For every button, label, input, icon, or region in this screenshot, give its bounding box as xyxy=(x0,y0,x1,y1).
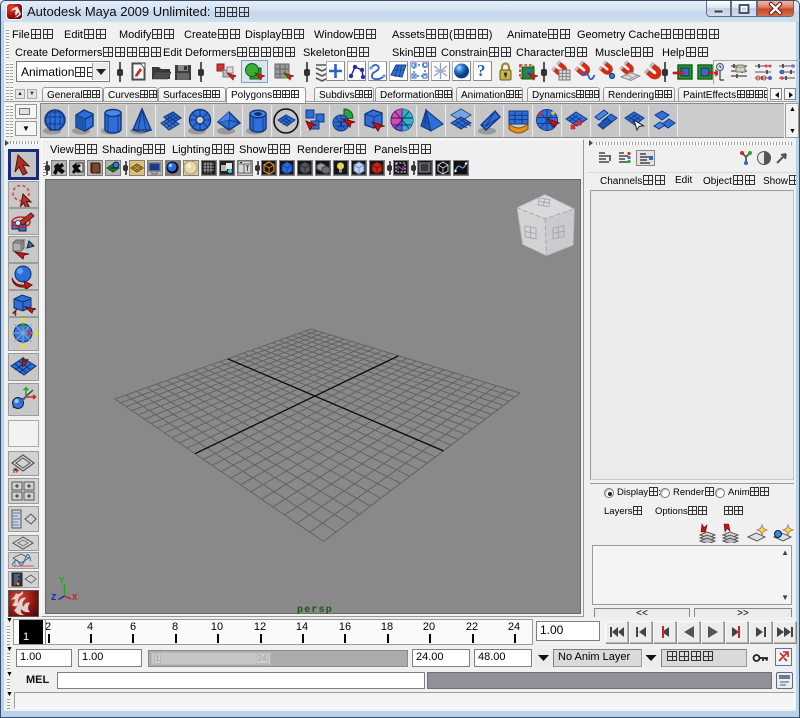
svg-text:persp: persp xyxy=(297,605,333,616)
svg-text:?: ? xyxy=(477,61,486,80)
svg-text:Z: Z xyxy=(51,593,56,603)
svg-text:X: X xyxy=(72,593,78,603)
